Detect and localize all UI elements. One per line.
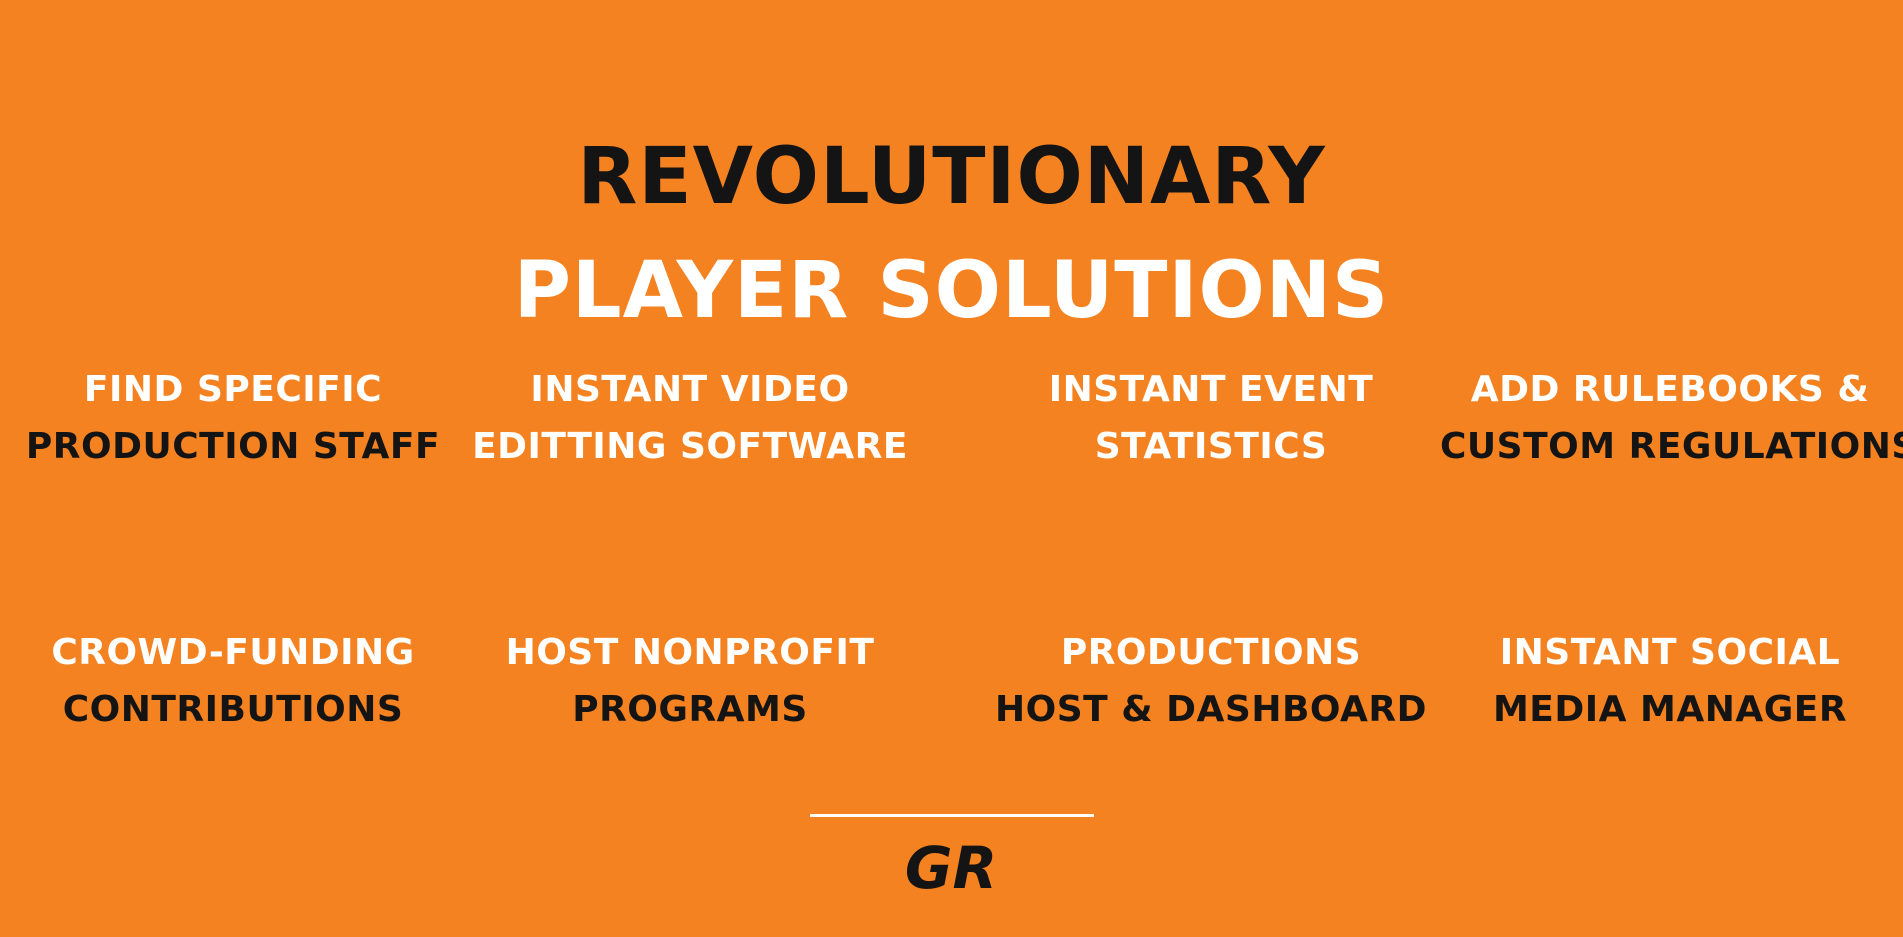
feature-crowd-funding: CROWD-FUNDING CONTRIBUTIONS xyxy=(3,624,463,738)
feature-line2: PRODUCTION STAFF xyxy=(25,426,441,467)
gr-logo-icon: GR xyxy=(851,838,1051,898)
feature-line2: HOST & DASHBOARD xyxy=(994,689,1428,730)
feature-rulebooks: ADD RULEBOOKS & CUSTOM REGULATIONS xyxy=(1440,361,1903,475)
feature-line2: STATISTICS xyxy=(1094,426,1328,467)
feature-event-statistics: INSTANT EVENT STATISTICS xyxy=(981,361,1441,475)
feature-nonprofit-programs: HOST NONPROFIT PROGRAMS xyxy=(460,624,920,738)
feature-line2: EDITTING SOFTWARE xyxy=(472,426,908,467)
feature-line1: INSTANT SOCIAL xyxy=(1499,632,1841,673)
feature-line2: PROGRAMS xyxy=(572,689,808,730)
divider xyxy=(810,814,1094,817)
feature-line1: CROWD-FUNDING xyxy=(51,632,415,673)
feature-line1: INSTANT EVENT xyxy=(1048,369,1374,410)
feature-line2: CONTRIBUTIONS xyxy=(62,689,404,730)
feature-find-production-staff: FIND SPECIFIC PRODUCTION STAFF xyxy=(3,361,463,475)
heading-line-revolutionary: REVOLUTIONARY xyxy=(577,132,1326,222)
feature-line1: FIND SPECIFIC xyxy=(83,369,383,410)
feature-line1: PRODUCTIONS xyxy=(1060,632,1362,673)
feature-line1: INSTANT VIDEO xyxy=(530,369,850,410)
feature-productions-dashboard: PRODUCTIONS HOST & DASHBOARD xyxy=(981,624,1441,738)
feature-line1: HOST NONPROFIT xyxy=(505,632,875,673)
feature-line2: MEDIA MANAGER xyxy=(1492,689,1848,730)
feature-line2: CUSTOM REGULATIONS xyxy=(1440,426,1903,467)
svg-text:GR: GR xyxy=(905,838,997,898)
heading-line-player-solutions: PLAYER SOLUTIONS xyxy=(513,246,1390,336)
feature-line1: ADD RULEBOOKS & xyxy=(1470,369,1870,410)
feature-video-editing: INSTANT VIDEO EDITTING SOFTWARE xyxy=(460,361,920,475)
feature-social-media-manager: INSTANT SOCIAL MEDIA MANAGER xyxy=(1440,624,1900,738)
